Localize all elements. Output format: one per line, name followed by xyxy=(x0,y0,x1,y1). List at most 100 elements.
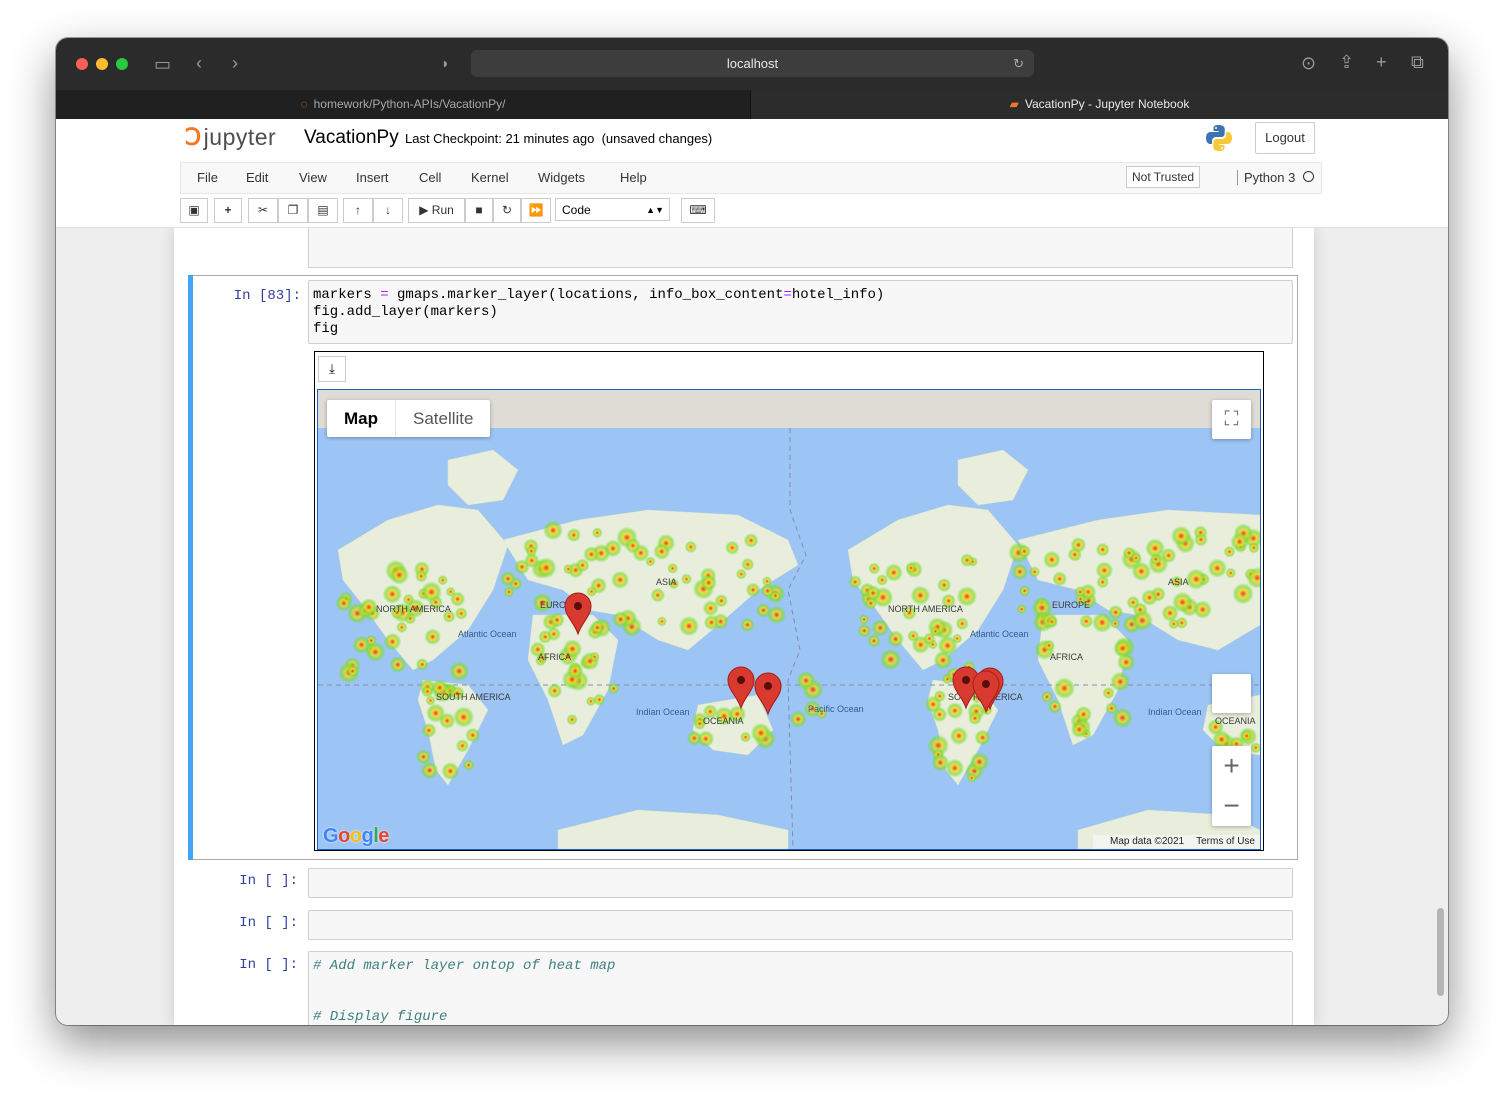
tab-vacationpy[interactable]: ▰ VacationPy - Jupyter Notebook xyxy=(751,90,1448,119)
heat-blob xyxy=(667,562,679,574)
map-widget[interactable]: NORTH AMERICA SOUTH AMERICA EUROPE AFRIC… xyxy=(317,389,1261,850)
jupyter-logo[interactable]: Ↄjupyter xyxy=(185,124,276,151)
save-button[interactable]: ▣ xyxy=(180,198,208,223)
selected-code-cell[interactable]: In [83]: markers = gmaps.marker_layer(lo… xyxy=(188,275,1298,860)
heat-blob xyxy=(1095,542,1110,557)
tab-label: homework/Python-APIs/VacationPy/ xyxy=(313,97,506,111)
address-bar[interactable]: localhost ↻ xyxy=(471,50,1034,77)
logout-button[interactable]: Logout xyxy=(1255,122,1315,154)
forward-icon[interactable]: › xyxy=(232,53,238,73)
page-scrollbar[interactable] xyxy=(1437,908,1444,996)
sidebar-icon[interactable]: ▭ xyxy=(154,54,171,74)
heat-blob xyxy=(743,533,759,548)
cell-prompt-empty-1: In [ ]: xyxy=(239,873,298,889)
code-editor[interactable]: markers = gmaps.marker_layer(locations, … xyxy=(308,280,1293,344)
heat-blob xyxy=(1207,558,1227,578)
heat-blob xyxy=(653,543,671,560)
heat-blob xyxy=(415,570,428,583)
heat-blob xyxy=(656,616,667,627)
python-logo-icon xyxy=(1206,125,1232,151)
share-icon[interactable]: ⇪ xyxy=(1339,52,1354,72)
google-logo[interactable]: Google xyxy=(323,825,389,848)
cut-button[interactable]: ✂ xyxy=(248,198,278,223)
heat-blob xyxy=(684,540,697,554)
terms-of-use-link[interactable]: Terms of Use xyxy=(1196,836,1255,847)
menu-file[interactable]: File xyxy=(197,170,218,185)
paste-button[interactable]: ▤ xyxy=(308,198,338,223)
heat-blob xyxy=(932,706,948,723)
not-trusted-button[interactable]: Not Trusted xyxy=(1126,166,1201,188)
heat-blob xyxy=(907,630,920,642)
heat-blob xyxy=(680,573,693,585)
run-button[interactable]: ▶ Run xyxy=(408,198,465,223)
heat-blob xyxy=(697,730,715,748)
tab-bar: ◌ homework/Python-APIs/VacationPy/ ▰ Vacat… xyxy=(56,90,1448,119)
reload-icon[interactable]: ↻ xyxy=(1013,50,1024,77)
command-palette-button[interactable]: ⌨ xyxy=(681,198,715,223)
kernel-idle-indicator xyxy=(1303,171,1314,182)
heat-blob xyxy=(923,632,936,645)
heat-blob xyxy=(1028,566,1041,578)
heat-blob xyxy=(591,527,603,539)
heat-blob xyxy=(538,629,553,644)
notebook-name[interactable]: VacationPy xyxy=(304,127,399,149)
downloads-icon[interactable]: ⊙ xyxy=(1301,53,1316,73)
heat-blob xyxy=(1053,677,1076,700)
menu-insert[interactable]: Insert xyxy=(356,170,389,185)
empty-cell-1[interactable] xyxy=(308,868,1293,898)
tab-homework[interactable]: ◌ homework/Python-APIs/VacationPy/ xyxy=(56,90,751,119)
heat-blob xyxy=(1170,525,1192,547)
move-down-button[interactable]: ↓ xyxy=(373,198,403,223)
interrupt-button[interactable]: ■ xyxy=(465,198,493,223)
heat-blob xyxy=(1011,563,1029,580)
close-window-button[interactable] xyxy=(76,58,88,70)
fullscreen-button[interactable]: ⛶ xyxy=(1212,400,1251,439)
move-up-button[interactable]: ↑ xyxy=(343,198,373,223)
marker-dot xyxy=(737,676,745,684)
menu-help[interactable]: Help xyxy=(620,170,647,185)
cell-type-select[interactable]: Code ▲▼ xyxy=(555,198,670,221)
heat-blob xyxy=(910,585,931,606)
heat-blob xyxy=(887,630,905,648)
restart-button[interactable]: ↻ xyxy=(493,198,521,223)
label-south-america: SOUTH AMERICA xyxy=(436,692,511,702)
heat-blob xyxy=(1018,585,1031,597)
privacy-shield-icon[interactable]: ◗ xyxy=(441,53,449,73)
tab-overview-icon[interactable]: ⧉ xyxy=(1411,52,1424,72)
world-heatmap[interactable]: NORTH AMERICA SOUTH AMERICA EUROPE AFRIC… xyxy=(318,390,1260,849)
label-asia: ASIA xyxy=(656,577,677,587)
menu-view[interactable]: View xyxy=(299,170,327,185)
plus-icon: + xyxy=(224,203,232,217)
menu-edit[interactable]: Edit xyxy=(246,170,268,185)
restart-run-all-button[interactable]: ⏩ xyxy=(521,198,551,223)
minimize-window-button[interactable] xyxy=(96,58,108,70)
zoom-in-button[interactable]: + xyxy=(1212,746,1251,786)
heat-blob xyxy=(740,731,752,743)
zoom-out-button[interactable]: − xyxy=(1212,786,1251,826)
map-type-map-button[interactable]: Map xyxy=(327,400,396,437)
menu-cell[interactable]: Cell xyxy=(419,170,441,185)
cell-output: ⤓ NORTH AMERICA SOUTH AMERICA EUROPE AFR… xyxy=(314,351,1264,851)
notebook-area[interactable]: In [83]: markers = gmaps.marker_layer(lo… xyxy=(56,228,1448,1025)
heat-blob xyxy=(868,562,881,575)
heat-blob xyxy=(1185,568,1207,590)
empty-cell-2[interactable] xyxy=(308,910,1293,940)
download-button[interactable]: ⤓ xyxy=(318,356,346,382)
previous-cell-input[interactable] xyxy=(308,228,1293,268)
heat-blob xyxy=(1096,575,1109,589)
url-text: localhost xyxy=(726,56,779,71)
map-type-satellite-button[interactable]: Satellite xyxy=(396,400,490,437)
download-icon: ⤓ xyxy=(329,361,335,376)
comment-cell-editor[interactable]: # Add marker layer ontop of heat map # D… xyxy=(308,951,1293,1025)
insert-cell-button[interactable]: + xyxy=(214,198,242,223)
menu-widgets[interactable]: Widgets xyxy=(538,170,585,185)
street-view-button[interactable] xyxy=(1212,674,1251,713)
new-tab-icon[interactable]: + xyxy=(1376,52,1387,72)
zoom-window-button[interactable] xyxy=(116,58,128,70)
copy-button[interactable]: ❐ xyxy=(278,198,308,223)
back-icon[interactable]: ‹ xyxy=(196,53,202,73)
heat-blob xyxy=(583,546,600,563)
paste-icon: ▤ xyxy=(317,203,329,217)
menu-kernel[interactable]: Kernel xyxy=(471,170,509,185)
heat-blob xyxy=(796,671,816,690)
